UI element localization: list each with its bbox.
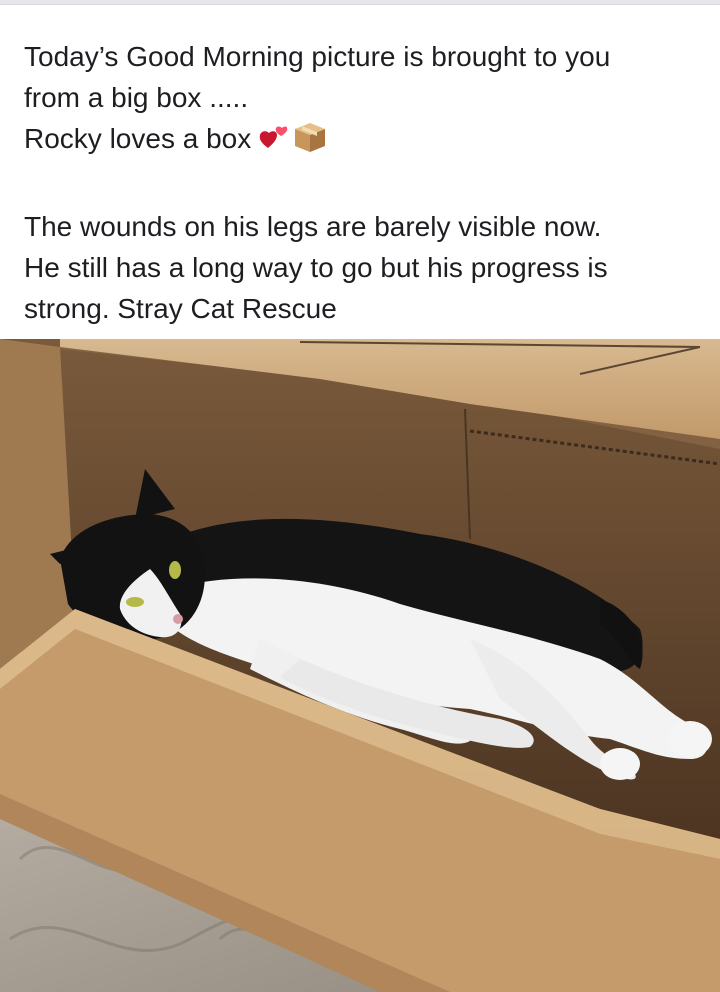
post-photo[interactable]	[0, 339, 720, 992]
post-line-4: The wounds on his legs are barely visibl…	[24, 211, 602, 242]
cat-eye-left	[126, 597, 144, 607]
cat-nose	[173, 614, 183, 624]
cat-eye-right	[169, 561, 181, 579]
post-line-2: from a big box .....	[24, 82, 249, 113]
package-icon	[293, 120, 327, 165]
post-line-3-text: Rocky loves a box	[24, 123, 259, 154]
post-line-6: strong. Stray Cat Rescue	[24, 293, 337, 324]
post-line-5: He still has a long way to go but his pr…	[24, 252, 608, 283]
post-line-1: Today’s Good Morning picture is brought …	[24, 41, 611, 72]
post-text: Today’s Good Morning picture is brought …	[24, 36, 704, 329]
post-line-3: Rocky loves a box	[24, 118, 704, 165]
top-divider	[0, 0, 720, 5]
heart-icon	[259, 124, 293, 165]
